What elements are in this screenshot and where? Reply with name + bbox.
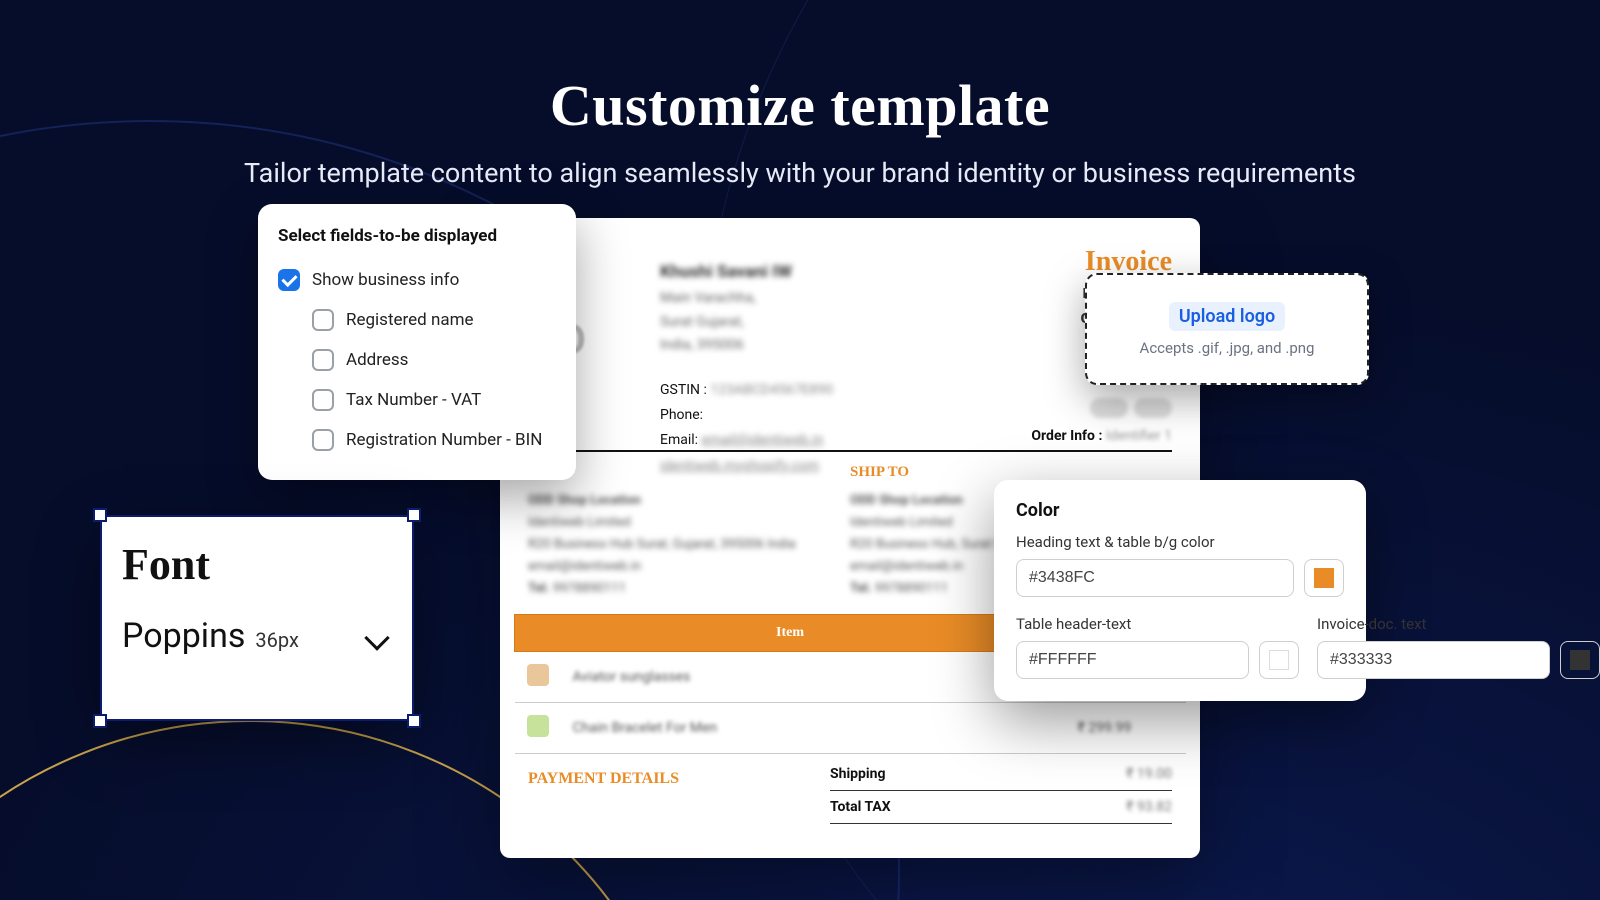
bill-address: ODD Shop LocationIdentiweb LimitedR20 Bu… (528, 490, 808, 600)
checkbox-icon[interactable] (312, 349, 334, 371)
fields-popover: Select fields-to-be displayed Show busin… (258, 204, 576, 480)
font-size-value: 36px (255, 628, 299, 652)
field-option[interactable]: Tax Number - VAT (278, 380, 556, 420)
checkbox-icon[interactable] (312, 309, 334, 331)
invoice-tags (1090, 398, 1172, 418)
heading-color-swatch[interactable] (1304, 559, 1344, 597)
field-option[interactable]: Address (278, 340, 556, 380)
checkbox-icon[interactable] (278, 269, 300, 291)
order-info: Order Info : Identifier 1 (1031, 428, 1172, 444)
field-option[interactable]: Registered name (278, 300, 556, 340)
checkbox-icon[interactable] (312, 429, 334, 451)
upload-logo-link[interactable]: Upload logo (1169, 302, 1285, 331)
field-option[interactable]: Show business info (278, 260, 556, 300)
heading-color-label: Heading text & table b/g color (1016, 533, 1344, 551)
header-text-color-swatch[interactable] (1259, 641, 1299, 679)
checkbox-icon[interactable] (312, 389, 334, 411)
company-block: Khushi Savani IWMain Varachha,Surat Guja… (660, 258, 920, 358)
header-text-color-label: Table header-text (1016, 615, 1299, 633)
doc-text-color-swatch[interactable] (1560, 641, 1600, 679)
chevron-down-icon (364, 625, 389, 650)
fields-popover-title: Select fields-to-be displayed (278, 226, 556, 246)
payment-details-heading: PAYMENT DETAILS (528, 770, 679, 788)
totals: Shipping₹ 19.00 Total TAX₹ 93.82 (830, 758, 1172, 824)
ship-to-heading: SHIP TO (850, 464, 909, 481)
page-subtitle: Tailor template content to align seamles… (0, 157, 1600, 189)
upload-hint: Accepts .gif, .jpg, and .png (1140, 339, 1315, 357)
heading-color-input[interactable] (1016, 559, 1294, 597)
color-panel: Color Heading text & table b/g color Tab… (994, 480, 1366, 701)
doc-text-color-label: Invoice-doc. text (1317, 615, 1600, 633)
font-panel-title: Font (122, 539, 392, 590)
upload-logo-dropzone[interactable]: Upload logo Accepts .gif, .jpg, and .png (1085, 273, 1369, 385)
contact-labels: GSTIN : 123ABCD4567E890 Phone: Email: em… (660, 378, 833, 479)
hero: Customize template Tailor template conte… (0, 72, 1600, 189)
color-panel-title: Color (1016, 500, 1344, 521)
page-title: Customize template (0, 72, 1600, 139)
field-option[interactable]: Registration Number - BIN (278, 420, 556, 460)
doc-text-color-input[interactable] (1317, 641, 1550, 679)
font-family-value: Poppins (122, 616, 245, 656)
font-select[interactable]: Poppins 36px (122, 616, 392, 656)
header-text-color-input[interactable] (1016, 641, 1249, 679)
font-panel[interactable]: Font Poppins 36px (102, 517, 412, 719)
table-row: Chain Bracelet For Men₹ 299.99 (515, 703, 1186, 754)
